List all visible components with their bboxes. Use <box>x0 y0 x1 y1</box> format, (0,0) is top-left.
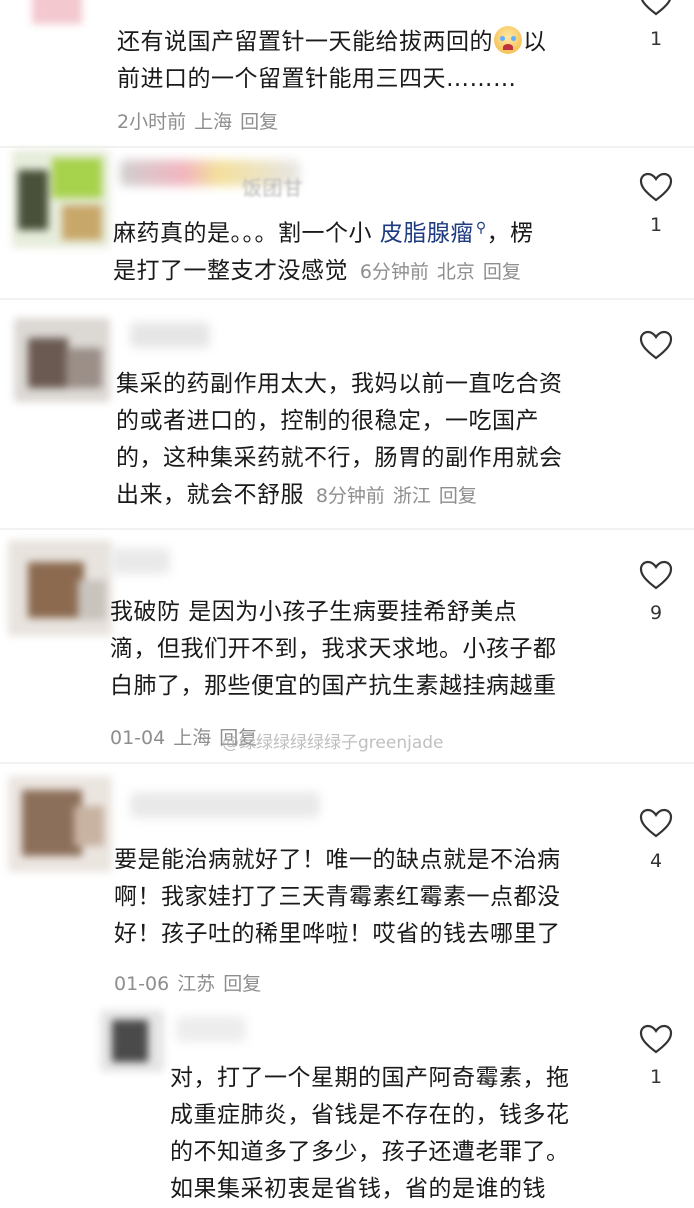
avatar[interactable] <box>8 540 112 636</box>
like-count-wrap: 1 <box>636 28 676 50</box>
like-count: 1 <box>649 1066 663 1088</box>
comment-location: 上海 <box>173 727 212 749</box>
avatar[interactable] <box>22 0 102 36</box>
divider <box>0 528 694 530</box>
like-button[interactable]: 1 <box>636 172 676 236</box>
comment-text: 对，打了一个星期的国产阿奇霉素，拖 成重症肺炎，省钱是不存在的，钱多花 的不知道… <box>170 1065 570 1202</box>
like-count: 4 <box>649 850 663 872</box>
avatar[interactable] <box>12 150 110 248</box>
avatar[interactable] <box>100 1010 164 1072</box>
comment-text: 集采的药副作用太大，我妈以前一直吃合资 的或者进口的，控制的很稳定，一吃国产 的… <box>116 371 563 508</box>
comment-text: 要是能治病就好了！唯一的缺点就是不治病 啊！我家娃打了三天青霉素红霉素一点都没 … <box>114 847 561 947</box>
reply-button[interactable]: 回复 <box>483 261 521 283</box>
comment-text: 我破防 是因为小孩子生病要挂希舒美点 滴，但我们开不到，我求天求地。小孩子都 白… <box>110 599 557 699</box>
comment-meta: 01-06 江苏 回复 <box>114 966 269 1003</box>
like-count: 1 <box>649 214 663 236</box>
watermark: @绿绿绿绿绿绿子greenjade <box>222 733 444 753</box>
reply-button[interactable]: 回复 <box>223 973 261 995</box>
comment-meta: 6分钟前 北京 回复 <box>360 261 529 283</box>
comment-time: 2小时前 <box>117 111 187 133</box>
like-button[interactable] <box>636 330 676 372</box>
heart-icon <box>639 1024 673 1054</box>
like-count: 9 <box>649 602 663 624</box>
search-link[interactable]: 皮脂腺瘤 <box>380 221 474 247</box>
username-fragment: 饭团甘 <box>242 176 304 200</box>
divider <box>0 298 694 300</box>
reply-button[interactable]: 回复 <box>240 111 278 133</box>
comment-location: 江苏 <box>177 973 216 995</box>
reply-button[interactable]: 回复 <box>439 485 477 507</box>
comment-text: 还有说国产留置针一天能给拔两回的以 前进口的一个留置针能用三四天……… <box>117 24 547 98</box>
like-button-top[interactable] <box>636 0 676 16</box>
username-blur[interactable] <box>176 1016 246 1042</box>
comment-location: 北京 <box>436 260 475 283</box>
comment-text: 麻药真的是。。。割一个小 皮脂腺瘤 ⚲，楞 是打了一整支才没感觉 6分钟前 北京 回复 <box>113 220 534 284</box>
comment-time: 6分钟前 <box>359 260 429 283</box>
divider <box>0 146 694 148</box>
like-button[interactable]: 1 <box>636 1024 676 1088</box>
heart-icon <box>639 172 673 202</box>
like-button[interactable]: 4 <box>636 808 676 872</box>
comment-location: 上海 <box>194 111 233 133</box>
search-icon: ⚲ <box>475 220 487 236</box>
comment-time: 8分钟前 <box>315 485 385 507</box>
heart-icon <box>639 808 673 838</box>
heart-icon <box>640 0 672 16</box>
comment-time: 01-04 <box>110 727 166 749</box>
avatar[interactable] <box>14 318 110 402</box>
like-count: 1 <box>649 28 663 50</box>
username-blur[interactable] <box>130 792 320 818</box>
divider <box>0 762 694 764</box>
like-button[interactable]: 9 <box>636 560 676 624</box>
comment-meta: 2小时前 上海 回复 <box>117 104 286 141</box>
avatar[interactable] <box>8 776 112 872</box>
username-blur[interactable] <box>130 322 210 348</box>
heart-icon <box>639 560 673 590</box>
comment-meta: 8分钟前 浙江 回复 <box>316 485 485 507</box>
crying-face-emoji <box>494 26 522 54</box>
comment-location: 浙江 <box>392 485 431 507</box>
username-blur[interactable] <box>110 548 170 574</box>
heart-icon <box>639 330 673 360</box>
comment-time: 01-06 <box>114 973 170 995</box>
